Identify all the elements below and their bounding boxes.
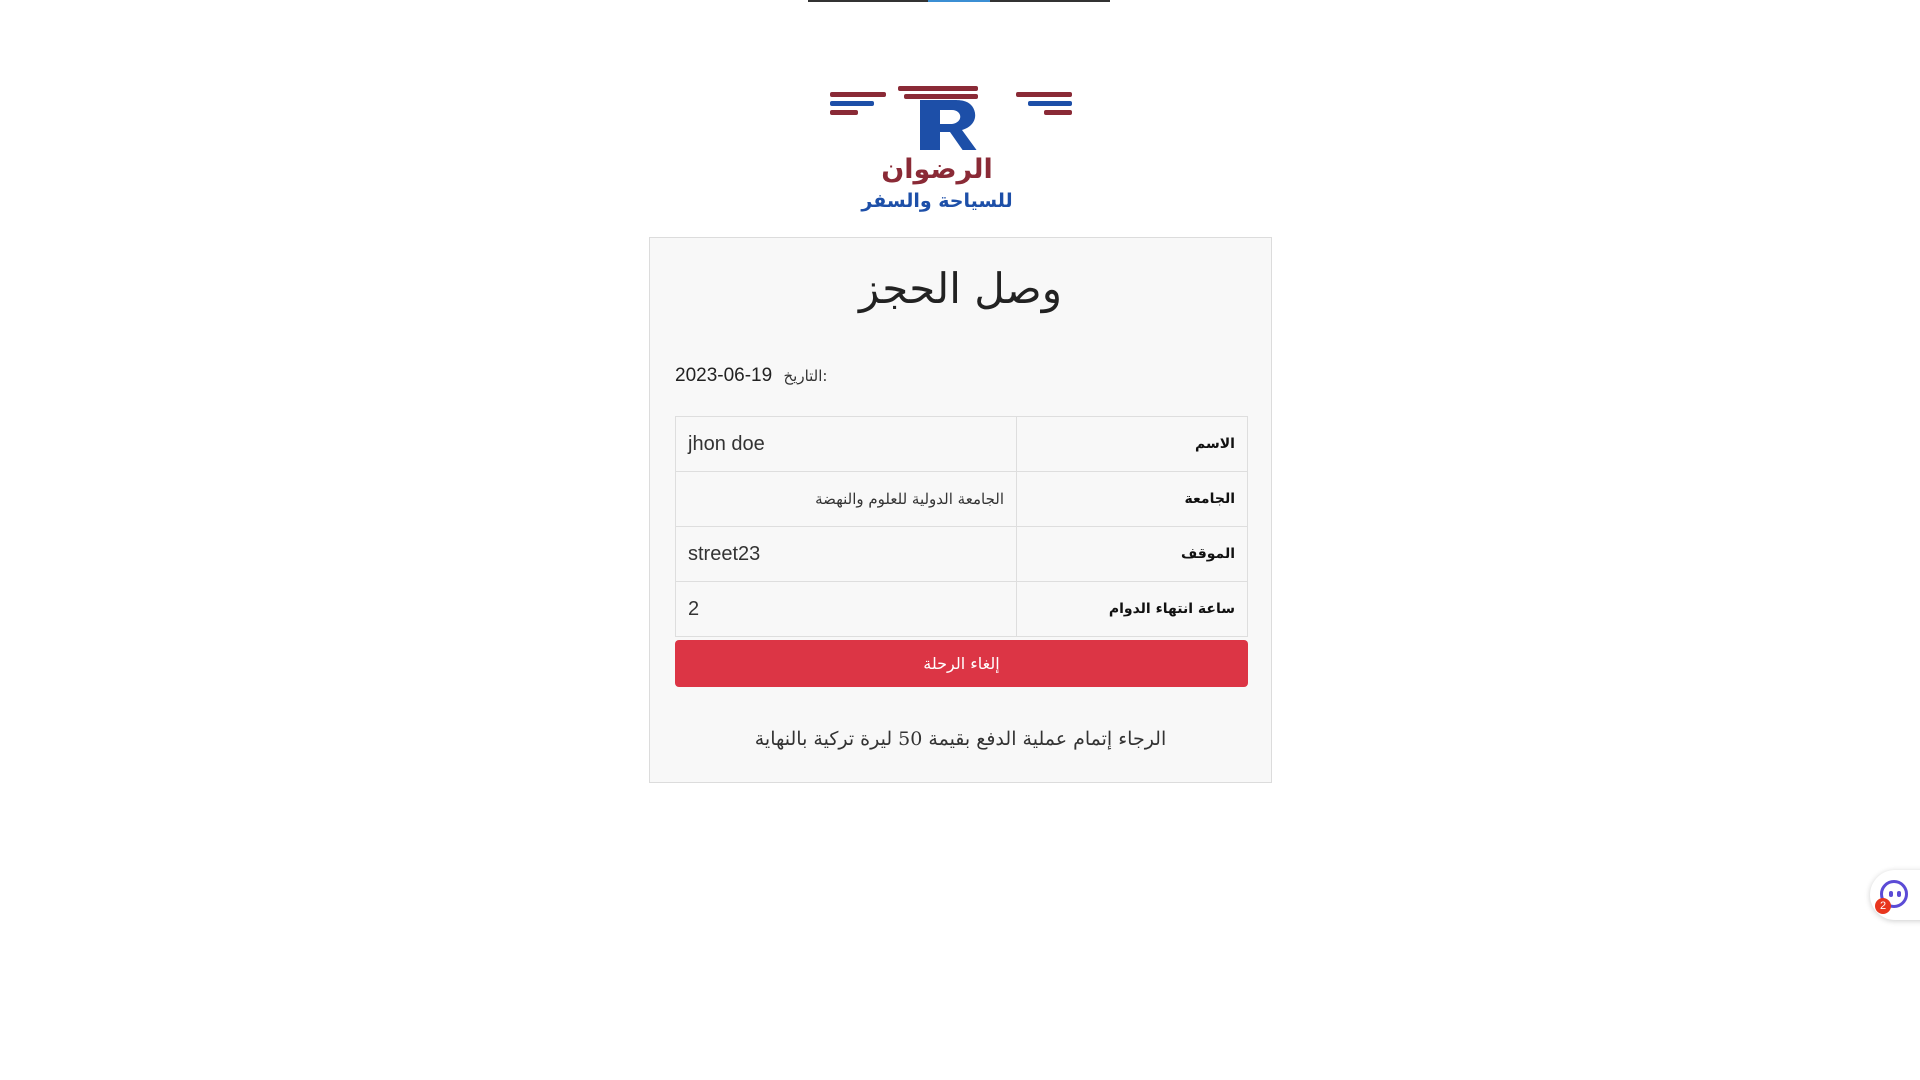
top-divider-accent — [928, 0, 990, 2]
brand-name: الرضوان — [881, 154, 993, 185]
page-title: وصل الحجز — [859, 264, 1062, 313]
payment-note: الرجاء إتمام عملية الدفع بقيمة 50 ليرة ت… — [754, 728, 1167, 750]
date-value: 2023-06-19 — [675, 365, 773, 386]
end-hour-label: ساعة انتهاء الدوام — [1016, 581, 1248, 637]
university-value: الجامعة الدولية للعلوم والنهضة — [675, 471, 1017, 527]
stop-value: street23 — [675, 526, 1017, 582]
receipt-table: jhon doe الاسم الجامعة الدولية للعلوم وا… — [675, 416, 1248, 637]
brand-logo: الرضوان للسياحة والسفر — [826, 80, 1076, 220]
chat-widget-button[interactable]: 2 — [1870, 870, 1920, 920]
brand-tagline: للسياحة والسفر — [861, 190, 1013, 212]
name-value: jhon doe — [675, 416, 1017, 472]
table-row: 2 ساعة انتهاء الدوام — [675, 581, 1248, 637]
chat-notification-badge: 2 — [1875, 898, 1891, 914]
logo-mark-icon — [830, 86, 1072, 150]
table-row: jhon doe الاسم — [675, 416, 1248, 472]
name-label: الاسم — [1016, 416, 1248, 472]
end-hour-value: 2 — [675, 581, 1017, 637]
stop-label: الموقف — [1016, 526, 1248, 582]
table-row: street23 الموقف — [675, 526, 1248, 582]
date-row: 2023-06-19 التاريخ: — [675, 365, 827, 387]
date-label: التاريخ: — [783, 367, 828, 385]
university-label: الجامعة — [1016, 471, 1248, 527]
cancel-trip-button[interactable]: إلغاء الرحلة — [675, 640, 1248, 687]
table-row: الجامعة الدولية للعلوم والنهضة الجامعة — [675, 471, 1248, 527]
booking-receipt-card: وصل الحجز 2023-06-19 التاريخ: jhon doe ا… — [649, 237, 1272, 783]
